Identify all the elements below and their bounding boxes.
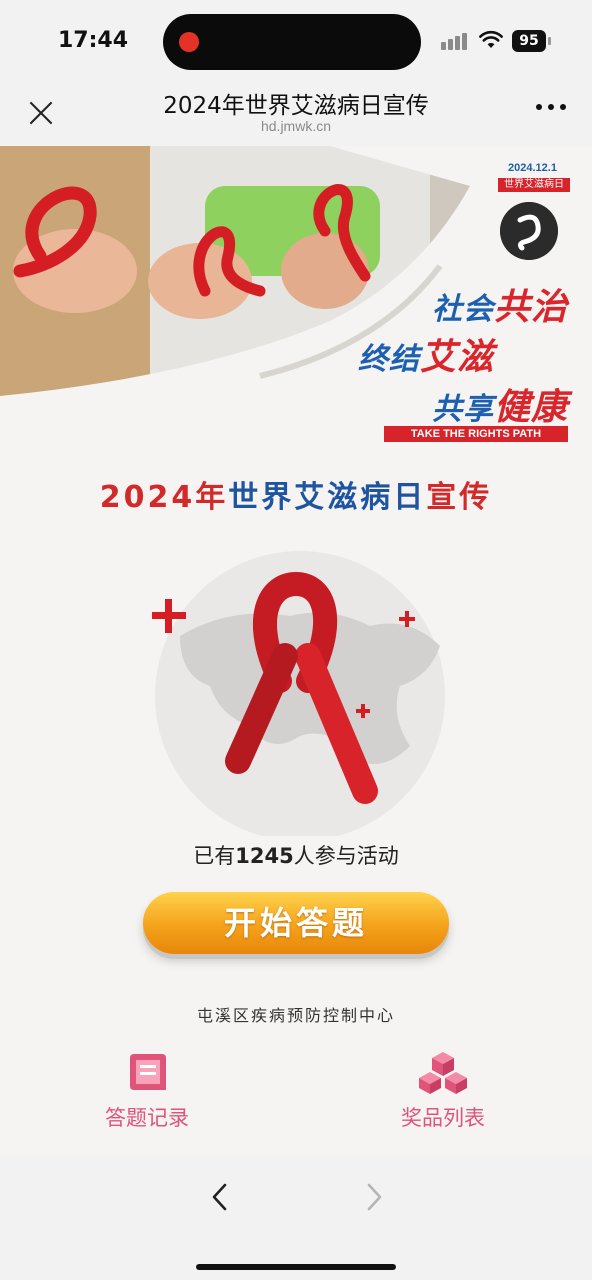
browser-toolbar	[0, 1156, 592, 1280]
recording-dot-icon	[179, 32, 199, 52]
status-time: 17:44	[58, 28, 129, 53]
red-ribbon-globe-illustration	[152, 551, 445, 836]
main-title: 2024年世界艾滋病日宣传	[99, 480, 493, 515]
tab-prize-list[interactable]: 奖品列表	[368, 1050, 518, 1132]
tab-quiz-records-label: 答题记录	[105, 1106, 189, 1130]
start-quiz-button[interactable]: 开始答题	[143, 892, 449, 954]
slogan-line-3: 共享健康	[431, 387, 568, 428]
slogan-line-2: 终结艾滋	[357, 337, 494, 378]
battery-cap	[548, 37, 551, 45]
dynamic-island	[163, 14, 421, 70]
back-arrow-icon[interactable]	[206, 1182, 236, 1212]
forward-arrow-icon[interactable]	[358, 1182, 388, 1212]
more-icon[interactable]	[536, 104, 566, 114]
campaign-banner: 2024.12.1 世界艾滋病日 社会共治 终结艾滋 共享健康 TAKE THE…	[0, 146, 592, 446]
banner-english-tagline: TAKE THE RIGHTS PATH	[384, 426, 568, 442]
logo-icon	[500, 202, 558, 260]
tab-prize-list-label: 奖品列表	[401, 1106, 485, 1130]
banner-date: 2024.12.1	[508, 162, 557, 174]
page-title: 2024年世界艾滋病日宣传	[163, 93, 429, 119]
participant-count: 已有1245人参与活动	[193, 844, 399, 868]
page-url: hd.jmwk.cn	[260, 118, 332, 134]
tab-quiz-records[interactable]: 答题记录	[72, 1050, 222, 1132]
status-bar: 17:44 95	[0, 0, 592, 80]
book-icon	[130, 1054, 166, 1090]
home-indicator[interactable]	[196, 1264, 396, 1270]
slogan-line-1: 社会共治	[431, 287, 568, 328]
browser-nav-bar: 2024年世界艾滋病日宣传 hd.jmwk.cn	[0, 80, 592, 146]
battery-level: 95	[512, 30, 546, 52]
wifi-icon	[479, 30, 503, 48]
close-icon[interactable]	[26, 98, 56, 128]
main-content: 2024年世界艾滋病日宣传 已有1245人参与活动 开始答题 屯溪区疾病预防控制…	[0, 446, 592, 1156]
boxes-icon	[419, 1052, 467, 1094]
organizer-name: 屯溪区疾病预防控制中心	[196, 1006, 395, 1025]
banner-tag: 世界艾滋病日	[498, 178, 570, 192]
cellular-signal-icon	[441, 30, 471, 50]
